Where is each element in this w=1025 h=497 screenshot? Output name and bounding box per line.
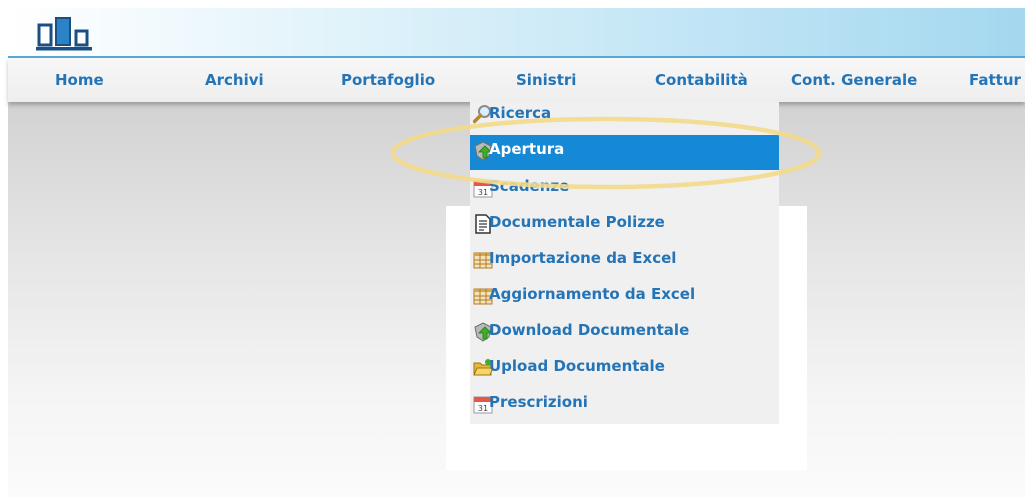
svg-text:31: 31: [478, 404, 488, 413]
menu-item-label: Aggiornamento da Excel: [489, 285, 696, 303]
menu-item-label: Download Documentale: [489, 321, 690, 339]
header-bar: [8, 8, 1025, 58]
menu-item-label: Ricerca: [489, 104, 552, 122]
menu-item-importazione-excel[interactable]: Importazione da Excel: [470, 244, 779, 279]
app-window: Home Archivi Portafoglio Sinistri Contab…: [0, 0, 1025, 497]
menu-item-download-documentale[interactable]: Download Documentale: [470, 316, 779, 351]
menu-item-ricerca[interactable]: Ricerca: [470, 102, 779, 137]
menu-item-label: Scadenze: [489, 177, 570, 195]
menu-item-aggiornamento-excel[interactable]: Aggiornamento da Excel: [470, 280, 779, 315]
menu-item-label: Apertura: [489, 140, 565, 158]
menu-item-label: Documentale Polizze: [489, 213, 665, 231]
menu-item-upload-documentale[interactable]: Upload Documentale: [470, 352, 779, 387]
menu-item-label: Prescrizioni: [489, 393, 588, 411]
main-menu-bar: Home Archivi Portafoglio Sinistri Contab…: [8, 58, 1025, 102]
menu-item-documentale-polizze[interactable]: Documentale Polizze: [470, 208, 779, 243]
menu-item-label: Upload Documentale: [489, 357, 665, 375]
menu-contabilita[interactable]: Contabilità: [655, 71, 748, 89]
app-logo[interactable]: [36, 16, 108, 52]
menu-fatturazione[interactable]: Fattur: [969, 71, 1021, 89]
menu-portafoglio[interactable]: Portafoglio: [341, 71, 435, 89]
menu-item-label: Importazione da Excel: [489, 249, 677, 267]
menu-item-prescrizioni[interactable]: 31 Prescrizioni: [470, 388, 779, 423]
menu-sinistri[interactable]: Sinistri: [516, 71, 576, 89]
menu-home[interactable]: Home: [55, 71, 104, 89]
sinistri-dropdown-menu: Ricerca Apertura 31 Scadenze Documentale…: [470, 102, 779, 424]
menu-cont-generale[interactable]: Cont. Generale: [791, 71, 917, 89]
menu-item-scadenze[interactable]: 31 Scadenze: [470, 172, 779, 207]
menu-archivi[interactable]: Archivi: [205, 71, 264, 89]
svg-text:31: 31: [478, 188, 488, 197]
menu-item-apertura[interactable]: Apertura: [470, 135, 779, 170]
